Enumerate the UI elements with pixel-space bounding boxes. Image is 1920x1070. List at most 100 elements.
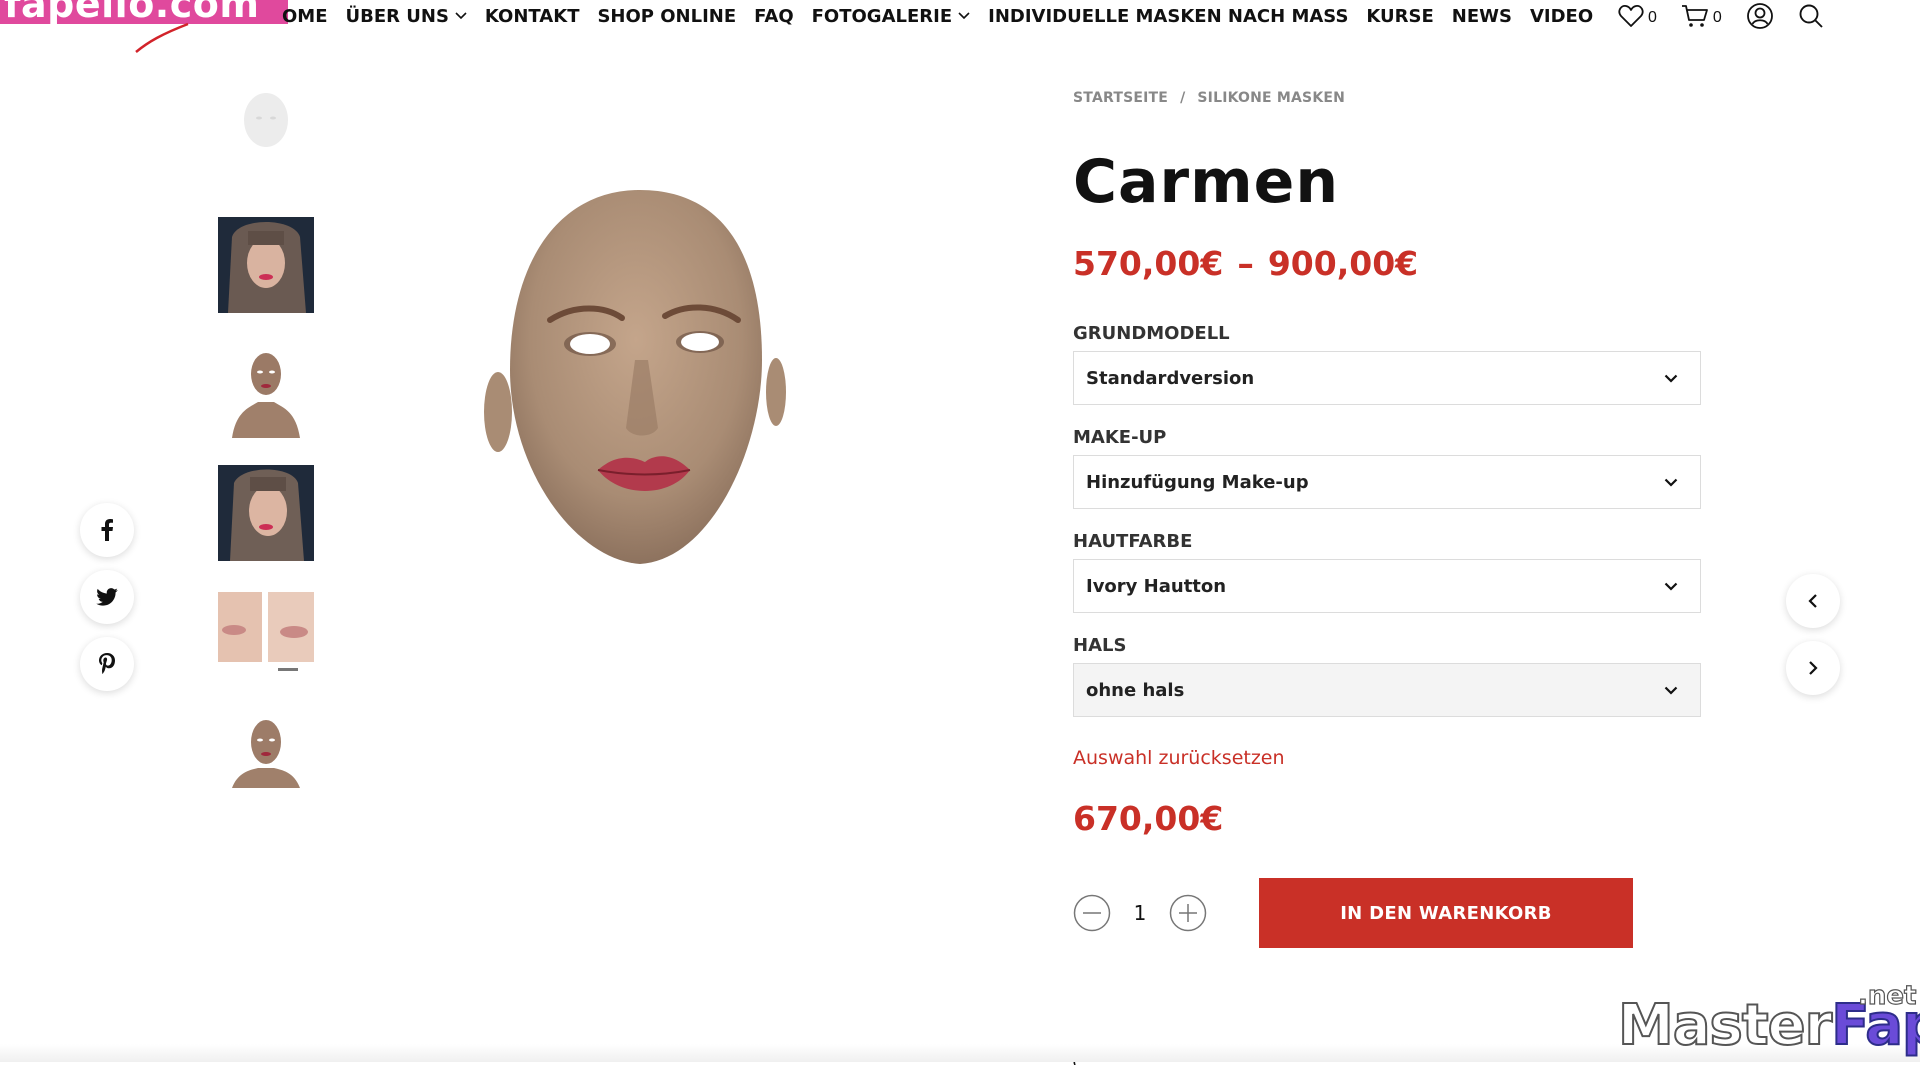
thumbnail-image	[218, 592, 314, 688]
nav-item-label: KONTAKT	[484, 5, 580, 27]
nav-item-label: INDIVIDUELLE MASKEN NACH MASS	[988, 5, 1349, 27]
gallery-thumbnail[interactable]	[218, 712, 314, 808]
twitter-share-button[interactable]	[80, 570, 134, 624]
wishlist-button[interactable]: 0	[1618, 4, 1657, 28]
grundmodell-select[interactable]: Standardversion	[1073, 351, 1701, 405]
thumbnail-image	[218, 342, 314, 438]
quantity-increase-button[interactable]	[1169, 894, 1207, 932]
thumbnail-image	[218, 217, 314, 313]
pinterest-share-button[interactable]	[80, 637, 134, 691]
grundmodell-value: Standardversion	[1086, 367, 1255, 389]
search-icon	[1799, 4, 1823, 28]
logo-swoosh-icon	[135, 22, 189, 53]
previous-product-button[interactable]	[1786, 574, 1840, 628]
nav-item-faq[interactable]: FAQ	[754, 6, 793, 27]
nav-item-ueber-uns[interactable]: ÜBER UNS	[346, 6, 467, 27]
nav-item-label: FAQ	[754, 5, 794, 27]
pinterest-icon	[99, 653, 115, 674]
breadcrumb-startseite[interactable]: STARTSEITE	[1073, 90, 1168, 106]
cart-icon	[1681, 5, 1708, 27]
watermark-masterfap: MasterFap .net	[1617, 980, 1920, 1059]
header-icons: 0 0	[1618, 0, 1848, 32]
nav-item-kontakt[interactable]: KONTAKT	[485, 6, 580, 27]
variation-label-grundmodell: GRUNDMODELL	[1073, 323, 1230, 344]
hals-value: ohne hals	[1086, 679, 1185, 701]
product-variations: GRUNDMODELL Standardversion MAKE-UP Hinz…	[1073, 325, 1713, 717]
thumbnail-image	[218, 712, 314, 808]
chevron-left-icon	[1808, 594, 1817, 608]
nav-item-home-label: OME	[282, 5, 328, 27]
breadcrumb-separator: /	[1180, 90, 1186, 106]
top-header: fapello.com OME ÜBER UNS KONTAKT SHOP ON…	[0, 0, 1920, 53]
twitter-icon	[96, 588, 118, 606]
watermark-logo-text: fapello.com	[4, 0, 260, 24]
variation-label-make-up: MAKE-UP	[1073, 427, 1167, 448]
facebook-share-button[interactable]	[80, 503, 134, 557]
variation-label-hals: HALS	[1073, 635, 1127, 656]
next-product-button[interactable]	[1786, 641, 1840, 695]
nav-item-label: FOTOGALERIE	[811, 5, 953, 27]
cart-count: 0	[1712, 9, 1722, 26]
product-main-image[interactable]	[480, 180, 800, 580]
gallery-thumbnail[interactable]	[218, 342, 314, 438]
nav-item-fotogalerie[interactable]: FOTOGALERIE	[812, 6, 971, 27]
product-title: Carmen	[1073, 147, 1340, 217]
nav-item-video[interactable]: VIDEO	[1530, 6, 1593, 27]
nav-item-label: ÜBER UNS	[345, 5, 449, 27]
nav-item-news[interactable]: NEWS	[1452, 6, 1512, 27]
hals-select[interactable]: ohne hals	[1073, 663, 1701, 717]
chevron-down-icon	[1664, 374, 1678, 383]
watermark-logo: fapello.com	[0, 0, 288, 24]
breadcrumb: STARTSEITE / SILIKONE MASKEN	[1073, 90, 1713, 106]
minus-circle-icon	[1073, 894, 1111, 932]
chevron-down-icon	[958, 12, 970, 20]
plus-circle-icon	[1169, 894, 1207, 932]
gallery-thumbnail[interactable]	[218, 80, 314, 176]
add-to-cart-button[interactable]: IN DEN WARENKORB	[1259, 878, 1633, 948]
account-button[interactable]	[1746, 2, 1774, 30]
cart-button[interactable]: 0	[1681, 4, 1722, 28]
nav-item-label: VIDEO	[1529, 5, 1594, 27]
nav-item-individuelle-masken[interactable]: INDIVIDUELLE MASKEN NACH MASS	[988, 6, 1348, 27]
quantity-input[interactable]	[1111, 900, 1169, 926]
gallery-thumbnail[interactable]	[218, 592, 314, 688]
make-up-select[interactable]: Hinzufügung Make-up	[1073, 455, 1701, 509]
price-max: 900,00€	[1267, 244, 1419, 283]
mask-image	[484, 190, 786, 564]
price-min: 570,00€	[1073, 244, 1224, 283]
gallery-thumbnail[interactable]	[218, 465, 314, 561]
chevron-down-icon	[1664, 478, 1678, 487]
nav-item-home[interactable]: OME	[282, 6, 328, 27]
watermark-net: .net	[1857, 980, 1917, 1011]
hautfarbe-value: Ivory Hautton	[1086, 575, 1227, 597]
facebook-icon	[101, 519, 113, 541]
wishlist-count: 0	[1648, 9, 1657, 26]
chevron-right-icon	[1809, 661, 1818, 675]
thumbnail-image	[218, 465, 314, 561]
watermark-master: Master	[1617, 992, 1833, 1059]
gallery-thumbnail[interactable]	[218, 217, 314, 313]
nav-item-kurse[interactable]: KURSE	[1366, 6, 1433, 27]
variant-price: 670,00€	[1073, 799, 1224, 838]
quantity-decrease-button[interactable]	[1073, 894, 1111, 932]
price-separator: –	[1237, 244, 1254, 283]
nav-item-label: NEWS	[1451, 5, 1512, 27]
search-button[interactable]	[1798, 3, 1824, 29]
nav-item-label: KURSE	[1366, 5, 1434, 27]
heart-icon	[1618, 5, 1644, 27]
nav-item-shop-online[interactable]: SHOP ONLINE	[597, 6, 736, 27]
account-icon	[1746, 3, 1773, 29]
product-summary: STARTSEITE / SILIKONE MASKEN Carmen 570,…	[1073, 90, 1713, 948]
reset-variations-link[interactable]: Auswahl zurücksetzen	[1073, 747, 1285, 769]
chevron-down-icon	[455, 12, 467, 20]
thumbnail-image	[218, 80, 314, 176]
hautfarbe-select[interactable]: Ivory Hautton	[1073, 559, 1701, 613]
main-navigation: OME ÜBER UNS KONTAKT SHOP ONLINE FAQ FOT…	[282, 0, 1611, 32]
make-up-value: Hinzufügung Make-up	[1086, 471, 1309, 493]
price-range: 570,00€ – 900,00€	[1073, 244, 1713, 283]
add-to-cart-row: IN DEN WARENKORB	[1073, 878, 1713, 948]
variation-label-hautfarbe: HAUTFARBE	[1073, 531, 1193, 552]
chevron-down-icon	[1664, 686, 1678, 695]
nav-item-label: SHOP ONLINE	[597, 5, 737, 27]
breadcrumb-silikone-masken[interactable]: SILIKONE MASKEN	[1197, 90, 1345, 106]
